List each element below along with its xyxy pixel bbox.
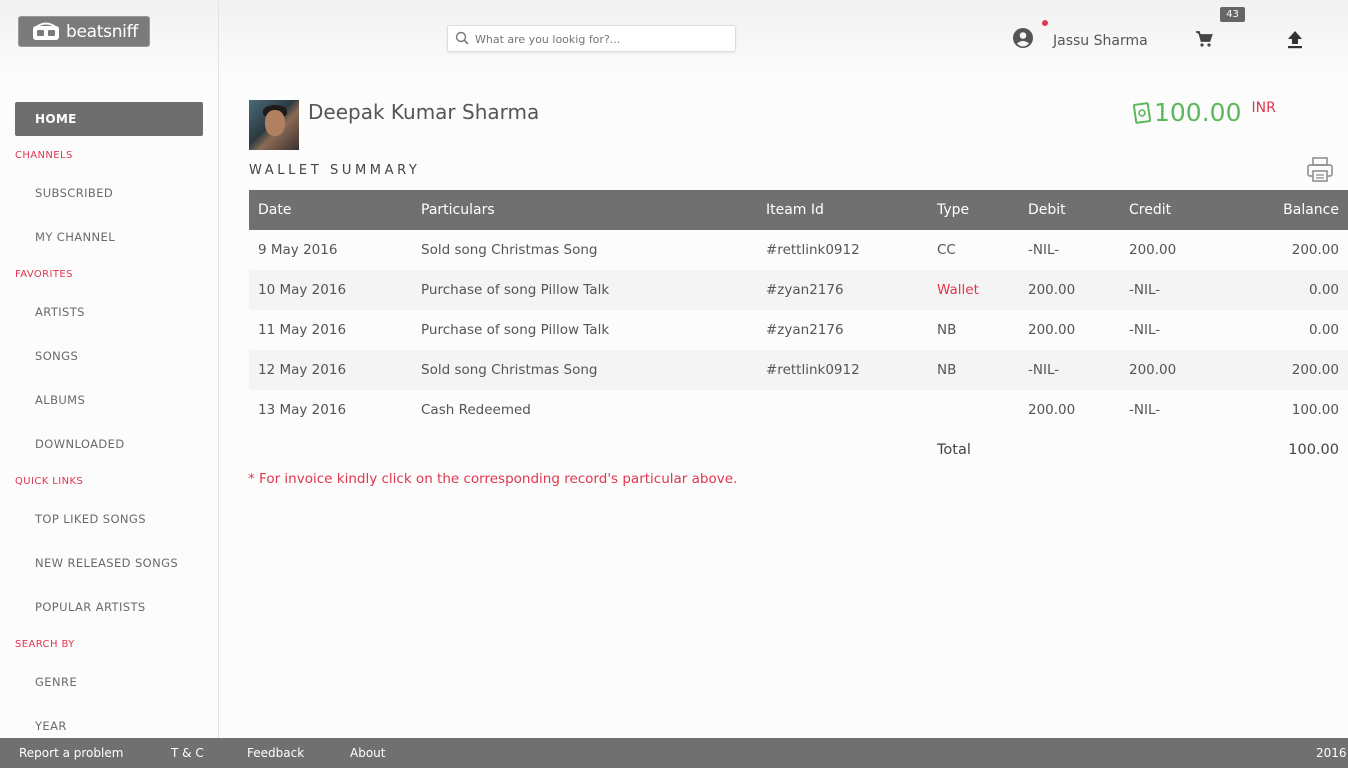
total-value: 100.00 (1230, 430, 1348, 470)
cell-type: NB (937, 322, 957, 338)
sidebar-item-new-released-songs[interactable]: NEW RELEASED SONGS (35, 556, 178, 570)
cell-date: 10 May 2016 (258, 282, 347, 298)
wallet-currency: INR (1251, 100, 1276, 116)
cell-date: 12 May 2016 (258, 362, 347, 378)
cell-balance: 100.00 (1291, 402, 1339, 418)
cell-particulars[interactable]: Sold song Christmas Song (412, 350, 757, 390)
cell-credit: -NIL- (1129, 402, 1161, 418)
logo-area: beatsniff (0, 0, 218, 72)
section-quick-links: QUICK LINKS (15, 476, 84, 487)
cart-count-badge: 43 (1220, 7, 1245, 22)
sidebar-item-home[interactable]: HOME (15, 102, 203, 136)
footer-link-terms[interactable]: T & C (171, 746, 204, 760)
sidebar-item-albums[interactable]: ALBUMS (35, 393, 85, 407)
table-header-row: Date Particulars Iteam Id Type Debit Cre… (249, 190, 1348, 230)
cell-credit: -NIL- (1129, 322, 1161, 338)
footer-link-report-problem[interactable]: Report a problem (19, 746, 123, 760)
cell-balance: 200.00 (1291, 362, 1339, 378)
wallet-table: Date Particulars Iteam Id Type Debit Cre… (249, 190, 1348, 470)
cell-type: CC (937, 242, 956, 258)
headphones-logo-icon (33, 22, 59, 40)
sidebar: beatsniff HOME CHANNELS SUBSCRIBED MY CH… (0, 0, 219, 738)
brand-name: beatsniff (66, 21, 138, 42)
col-header-item-id: Iteam Id (766, 202, 824, 218)
cell-particulars[interactable]: Sold song Christmas Song (412, 230, 757, 270)
profile-name: Deepak Kumar Sharma (308, 100, 540, 124)
wallet-balance: 100.00 INR (1132, 98, 1276, 127)
section-channels: CHANNELS (15, 150, 73, 161)
table-row[interactable]: 11 May 2016 Purchase of song Pillow Talk… (249, 310, 1348, 350)
user-name[interactable]: Jassu Sharma (1053, 33, 1148, 49)
search-box[interactable] (447, 25, 736, 52)
table-row[interactable]: 13 May 2016 Cash Redeemed 200.00 -NIL- 1… (249, 390, 1348, 430)
sidebar-item-my-channel[interactable]: MY CHANNEL (35, 230, 115, 244)
wallet-summary-title: WALLET SUMMARY (249, 163, 421, 178)
cell-credit: 200.00 (1129, 242, 1177, 258)
cell-particulars[interactable]: Purchase of song Pillow Talk (412, 310, 757, 350)
sidebar-item-top-liked-songs[interactable]: TOP LIKED SONGS (35, 512, 146, 526)
upload-icon[interactable] (1284, 28, 1306, 50)
cell-date: 13 May 2016 (258, 402, 347, 418)
cart-icon[interactable] (1195, 30, 1213, 48)
account-icon[interactable] (1012, 27, 1034, 49)
cell-credit: -NIL- (1129, 282, 1161, 298)
sidebar-item-popular-artists[interactable]: POPULAR ARTISTS (35, 600, 146, 614)
cell-debit: 200.00 (1028, 282, 1076, 298)
cell-particulars[interactable]: Purchase of song Pillow Talk (412, 270, 757, 310)
cell-item-id (757, 390, 928, 430)
cell-balance: 200.00 (1291, 242, 1339, 258)
cash-icon (1132, 102, 1152, 124)
cell-debit: -NIL- (1028, 242, 1060, 258)
brand-logo[interactable]: beatsniff (18, 16, 150, 47)
cell-item-id: #rettlink0912 (766, 362, 860, 378)
wallet-amount: 100.00 (1154, 98, 1242, 127)
cell-balance: 0.00 (1308, 282, 1339, 298)
cell-item-id: #zyan2176 (766, 322, 844, 338)
footer: Report a problem T & C Feedback About 20… (0, 738, 1348, 768)
table-row[interactable]: 10 May 2016 Purchase of song Pillow Talk… (249, 270, 1348, 310)
cell-item-id: #zyan2176 (766, 282, 844, 298)
sidebar-item-subscribed[interactable]: SUBSCRIBED (35, 186, 113, 200)
col-header-balance: Balance (1283, 202, 1339, 218)
footer-link-about[interactable]: About (350, 746, 385, 760)
col-header-date: Date (258, 202, 292, 218)
sidebar-item-songs[interactable]: SONGS (35, 349, 78, 363)
cell-date: 11 May 2016 (258, 322, 347, 338)
cell-item-id: #rettlink0912 (766, 242, 860, 258)
notification-dot (1042, 20, 1048, 26)
col-header-particulars: Particulars (421, 202, 495, 218)
footer-link-feedback[interactable]: Feedback (247, 746, 304, 760)
invoice-note: * For invoice kindly click on the corres… (248, 471, 738, 487)
table-row[interactable]: 9 May 2016 Sold song Christmas Song #ret… (249, 230, 1348, 270)
top-header: Jassu Sharma 43 (219, 0, 1348, 72)
section-search-by: SEARCH BY (15, 639, 75, 650)
cell-debit: 200.00 (1028, 402, 1076, 418)
cell-type (928, 390, 1019, 430)
col-header-credit: Credit (1129, 202, 1172, 218)
total-label: Total (928, 430, 1019, 470)
search-input[interactable] (475, 30, 725, 48)
print-icon[interactable] (1306, 156, 1334, 184)
sidebar-item-genre[interactable]: GENRE (35, 675, 77, 689)
cell-particulars[interactable]: Cash Redeemed (412, 390, 757, 430)
sidebar-item-downloaded[interactable]: DOWNLOADED (35, 437, 125, 451)
cell-debit: 200.00 (1028, 322, 1076, 338)
section-favorites: FAVORITES (15, 269, 73, 280)
sidebar-item-year[interactable]: YEAR (35, 719, 67, 733)
sidebar-item-artists[interactable]: ARTISTS (35, 305, 85, 319)
cell-credit: 200.00 (1129, 362, 1177, 378)
cell-balance: 0.00 (1308, 322, 1339, 338)
cell-type: NB (937, 362, 957, 378)
total-row: Total 100.00 (249, 430, 1348, 470)
search-icon (455, 31, 469, 45)
col-header-debit: Debit (1028, 202, 1066, 218)
cell-type: Wallet (937, 282, 979, 298)
profile-avatar (249, 100, 299, 150)
table-row[interactable]: 12 May 2016 Sold song Christmas Song #re… (249, 350, 1348, 390)
col-header-type: Type (937, 202, 970, 218)
cell-debit: -NIL- (1028, 362, 1060, 378)
footer-year: 2016 (1316, 746, 1347, 760)
cell-date: 9 May 2016 (258, 242, 338, 258)
